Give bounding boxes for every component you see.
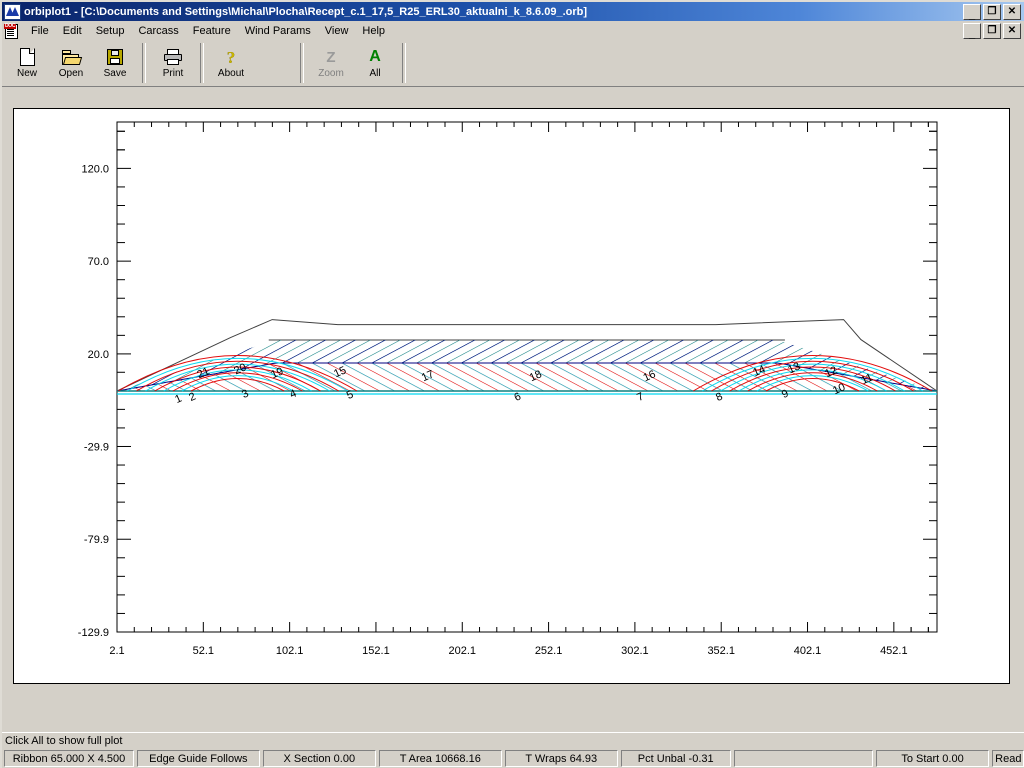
svg-text:102.1: 102.1 bbox=[276, 645, 304, 657]
status-bar: Click All to show full plot Ribbon 65.00… bbox=[2, 732, 1024, 768]
status-panel-t-wraps: T Wraps 64.93 bbox=[504, 750, 618, 767]
menu-item-setup[interactable]: Setup bbox=[89, 23, 132, 39]
wrap-label-6: 6 bbox=[513, 391, 523, 404]
status-panel-x-section: X Section 0.00 bbox=[262, 750, 376, 767]
mdi-restore-button[interactable]: ❐ bbox=[983, 23, 1001, 39]
mdi-minimize-button[interactable]: _ bbox=[963, 23, 981, 40]
restore-button[interactable]: ❐ bbox=[983, 3, 1001, 20]
wrap-label-2: 2 bbox=[187, 391, 197, 404]
menu-bar: DOC File Edit Setup Carcass Feature Wind… bbox=[2, 21, 1024, 41]
status-hint: Click All to show full plot bbox=[5, 735, 123, 747]
window-title: orbiplot1 - [C:\Documents and Settings\M… bbox=[24, 5, 588, 18]
ribbon-cross-section-chart[interactable]: 2.1 52.1 102.1 152.1 202.1 252.1 302.1 352.1 402… bbox=[14, 109, 1009, 683]
wrap-label-8: 8 bbox=[714, 391, 724, 404]
status-panel-blank bbox=[733, 750, 873, 767]
all-button[interactable]: A All bbox=[353, 43, 397, 85]
menu-item-edit[interactable]: Edit bbox=[56, 23, 89, 39]
status-panel-edge-guide: Edge Guide Follows bbox=[137, 750, 260, 767]
close-icon: ✕ bbox=[1007, 25, 1017, 36]
svg-text:120.0: 120.0 bbox=[81, 163, 109, 175]
mdi-close-button[interactable]: ✕ bbox=[1003, 23, 1021, 39]
toolbar-group-file: New Open Save bbox=[2, 41, 140, 85]
svg-text:52.1: 52.1 bbox=[193, 645, 214, 657]
open-button[interactable]: Open bbox=[49, 43, 93, 85]
open-folder-icon bbox=[59, 47, 83, 67]
save-button[interactable]: Save bbox=[93, 43, 137, 85]
status-panel-t-area: T Area 10668.16 bbox=[378, 750, 502, 767]
svg-text:70.0: 70.0 bbox=[88, 256, 109, 268]
minimize-icon: _ bbox=[968, 28, 976, 40]
status-panel-to-start: To Start 0.00 bbox=[875, 750, 990, 767]
title-bar: orbiplot1 - [C:\Documents and Settings\M… bbox=[2, 2, 1024, 21]
zoom-z-icon: Z bbox=[326, 48, 336, 66]
menu-item-carcass[interactable]: Carcass bbox=[131, 23, 185, 39]
print-button[interactable]: Print bbox=[151, 43, 195, 85]
new-button[interactable]: New bbox=[5, 43, 49, 85]
zoom-button[interactable]: Z Zoom bbox=[309, 43, 353, 85]
status-panels: Ribbon 65.000 X 4.500 Edge Guide Follows… bbox=[2, 750, 1024, 768]
plot-document-window[interactable]: 2.1 52.1 102.1 152.1 202.1 252.1 302.1 352.1 402… bbox=[13, 108, 1010, 684]
application-window: orbiplot1 - [C:\Documents and Settings\M… bbox=[0, 0, 1024, 768]
minimize-icon: _ bbox=[968, 8, 976, 21]
status-panel-ribbon: Ribbon 65.000 X 4.500 bbox=[4, 750, 135, 767]
svg-text:452.1: 452.1 bbox=[880, 645, 908, 657]
svg-text:-129.9: -129.9 bbox=[78, 627, 109, 639]
status-panel-pct-unbal: Pct Unbal -0.31 bbox=[620, 750, 731, 767]
wrap-label-7: 7 bbox=[635, 391, 645, 404]
toolbar-separator bbox=[402, 43, 406, 83]
toolbar-group-zoom: Z Zoom A All bbox=[306, 41, 400, 85]
menu-item-file[interactable]: File bbox=[24, 23, 56, 39]
menu-item-feature[interactable]: Feature bbox=[186, 23, 238, 39]
document-icon[interactable]: DOC bbox=[4, 23, 20, 39]
zoom-button-label: Zoom bbox=[318, 68, 344, 79]
save-button-label: Save bbox=[103, 68, 127, 79]
floppy-disk-icon bbox=[103, 47, 127, 67]
svg-text:-29.9: -29.9 bbox=[84, 441, 109, 453]
mdi-client-area: 2.1 52.1 102.1 152.1 202.1 252.1 302.1 352.1 402… bbox=[2, 87, 1024, 732]
toolbar-separator bbox=[142, 43, 146, 83]
minimize-button[interactable]: _ bbox=[963, 3, 981, 21]
mdi-child-controls: _ ❐ ✕ bbox=[963, 23, 1021, 40]
close-icon: ✕ bbox=[1007, 5, 1017, 17]
open-button-label: Open bbox=[58, 68, 84, 79]
svg-text:2.1: 2.1 bbox=[109, 645, 124, 657]
svg-text:-79.9: -79.9 bbox=[84, 534, 109, 546]
close-button[interactable]: ✕ bbox=[1003, 3, 1021, 20]
about-button[interactable]: ? About bbox=[209, 43, 253, 85]
restore-icon: ❐ bbox=[987, 5, 997, 17]
svg-text:352.1: 352.1 bbox=[707, 645, 735, 657]
toolbar-group-print: Print bbox=[148, 41, 198, 85]
svg-text:20.0: 20.0 bbox=[88, 349, 109, 361]
print-button-label: Print bbox=[162, 68, 184, 79]
svg-text:302.1: 302.1 bbox=[621, 645, 649, 657]
question-mark-icon: ? bbox=[226, 47, 236, 67]
svg-text:252.1: 252.1 bbox=[535, 645, 563, 657]
toolbar-group-about: ? About bbox=[206, 41, 256, 85]
menu-item-view[interactable]: View bbox=[318, 23, 356, 39]
new-button-label: New bbox=[16, 68, 37, 79]
toolbar-separator bbox=[200, 43, 204, 83]
svg-text:152.1: 152.1 bbox=[362, 645, 390, 657]
all-a-icon: A bbox=[369, 48, 381, 65]
status-panel-ready: Read bbox=[992, 750, 1024, 767]
printer-icon bbox=[161, 47, 185, 67]
about-button-label: About bbox=[217, 68, 245, 79]
orbiplot-icon bbox=[4, 3, 21, 20]
toolbar: New Open Save Print ? About Z Zoom A All bbox=[2, 41, 1024, 87]
restore-icon: ❐ bbox=[987, 25, 997, 36]
menu-item-help[interactable]: Help bbox=[355, 23, 392, 39]
svg-text:402.1: 402.1 bbox=[794, 645, 822, 657]
all-button-label: All bbox=[369, 68, 381, 79]
menu-item-wind-params[interactable]: Wind Params bbox=[238, 23, 318, 39]
svg-text:202.1: 202.1 bbox=[448, 645, 476, 657]
new-document-icon bbox=[15, 47, 39, 67]
window-controls: _ ❐ ✕ bbox=[963, 3, 1021, 21]
toolbar-separator bbox=[300, 43, 304, 83]
